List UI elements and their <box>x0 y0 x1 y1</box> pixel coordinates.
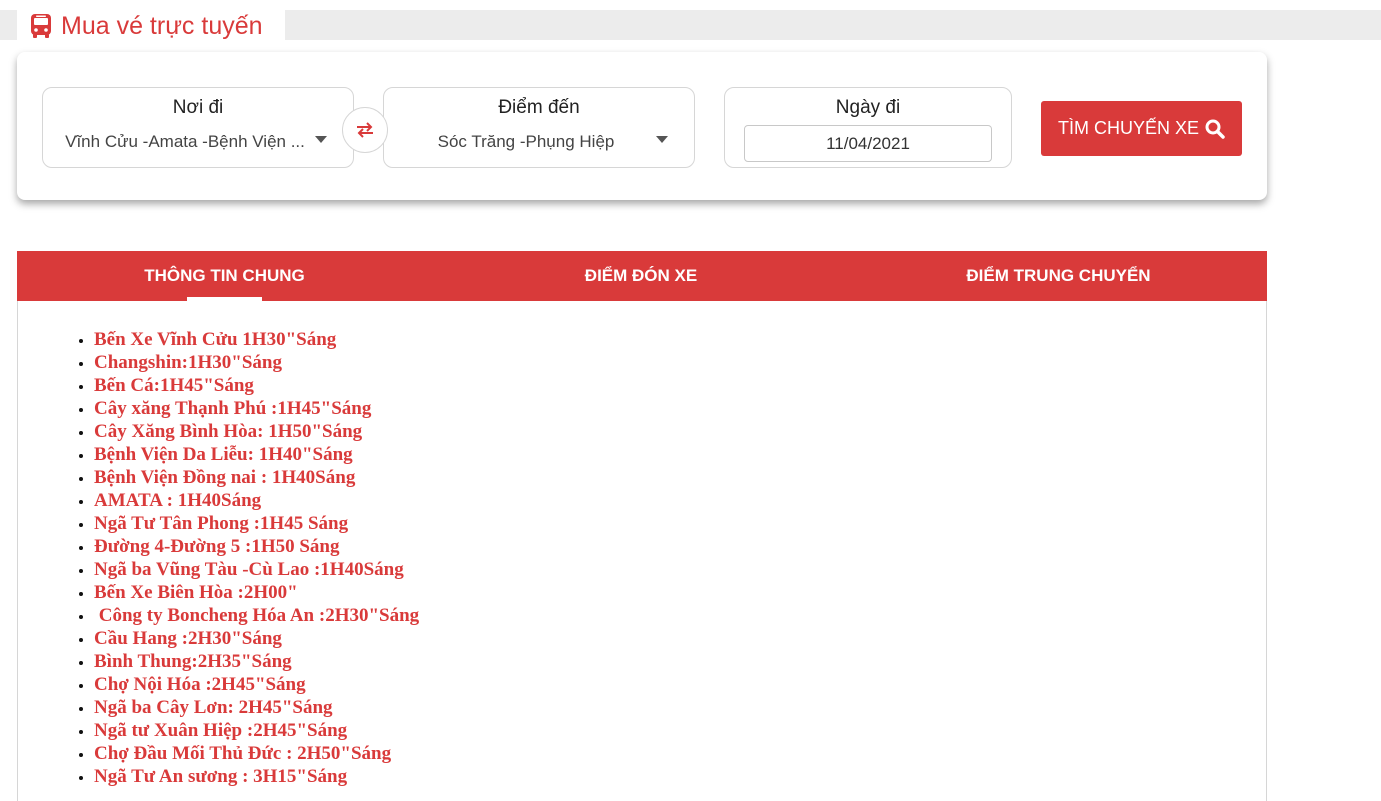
search-trips-button[interactable]: TÌM CHUYẾN XE <box>1041 101 1242 156</box>
list-item: Bệnh Viện Da Liễu: 1H40"Sáng <box>94 443 419 466</box>
list-item: Cây Xăng Bình Hòa: 1H50"Sáng <box>94 420 419 443</box>
list-item: Cầu Hang :2H30"Sáng <box>94 627 419 650</box>
chevron-down-icon[interactable] <box>656 136 668 143</box>
date-field: Ngày đi 11/04/2021 <box>724 87 1012 168</box>
list-item: Bến Cá:1H45"Sáng <box>94 374 419 397</box>
tab-pickup-points[interactable]: ĐIỂM ĐÓN XE <box>432 251 850 301</box>
list-item: Chợ Đầu Mối Thủ Đức : 2H50"Sáng <box>94 742 419 765</box>
destination-label: Điểm đến <box>498 97 580 118</box>
list-item: Chợ Nội Hóa :2H45"Sáng <box>94 673 419 696</box>
info-tabs: THÔNG TIN CHUNG ĐIỂM ĐÓN XE ĐIỂM TRUNG C… <box>17 251 1267 301</box>
pickup-stop-list: Bến Xe Vĩnh Cửu 1H30"Sáng Changshin:1H30… <box>94 328 419 788</box>
list-item: Ngã Tư An sương : 3H15"Sáng <box>94 765 419 788</box>
list-item: Changshin:1H30"Sáng <box>94 351 419 374</box>
chevron-down-icon[interactable] <box>315 136 327 143</box>
list-item: Bệnh Viện Đồng nai : 1H40Sáng <box>94 466 419 489</box>
origin-label: Nơi đi <box>172 97 224 118</box>
origin-select[interactable]: Nơi đi Vĩnh Cửu -Amata -Bệnh Viện ... <box>42 87 354 168</box>
list-item: Bến Xe Biên Hòa :2H00" <box>94 581 419 604</box>
page-header: Mua vé trực tuyến <box>17 10 285 42</box>
swap-button[interactable] <box>342 107 388 153</box>
search-icon <box>1205 119 1225 139</box>
list-item: Ngã Tư Tân Phong :1H45 Sáng <box>94 512 419 535</box>
list-item: Cây xăng Thạnh Phú :1H45"Sáng <box>94 397 419 420</box>
list-item: AMATA : 1H40Sáng <box>94 489 419 512</box>
list-item: Ngã tư Xuân Hiệp :2H45"Sáng <box>94 719 419 742</box>
origin-value[interactable]: Vĩnh Cửu -Amata -Bệnh Viện ... <box>57 132 313 152</box>
destination-value[interactable]: Sóc Trăng -Phụng Hiệp <box>398 132 654 152</box>
list-item: Bình Thung:2H35"Sáng <box>94 650 419 673</box>
swap-icon <box>357 122 373 138</box>
tab-content: Bến Xe Vĩnh Cửu 1H30"Sáng Changshin:1H30… <box>17 301 1267 801</box>
search-button-label: TÌM CHUYẾN XE <box>1057 118 1199 138</box>
list-item: Ngã ba Vũng Tàu -Cù Lao :1H40Sáng <box>94 558 419 581</box>
list-item: Bến Xe Vĩnh Cửu 1H30"Sáng <box>94 328 419 351</box>
tab-general-info[interactable]: THÔNG TIN CHUNG <box>17 251 432 301</box>
date-input[interactable]: 11/04/2021 <box>744 125 992 162</box>
list-item: Ngã ba Cây Lơn: 2H45"Sáng <box>94 696 419 719</box>
list-item: Công ty Boncheng Hóa An :2H30"Sáng <box>94 604 419 627</box>
list-item: Đường 4-Đường 5 :1H50 Sáng <box>94 535 419 558</box>
date-label: Ngày đi <box>835 97 901 118</box>
tab-transfer-points[interactable]: ĐIỂM TRUNG CHUYỂN <box>850 251 1267 301</box>
page-title: Mua vé trực tuyến <box>61 11 263 40</box>
search-panel: Nơi đi Vĩnh Cửu -Amata -Bệnh Viện ... Đi… <box>17 52 1267 200</box>
destination-select[interactable]: Điểm đến Sóc Trăng -Phụng Hiệp <box>383 87 695 168</box>
bus-icon <box>31 14 51 38</box>
